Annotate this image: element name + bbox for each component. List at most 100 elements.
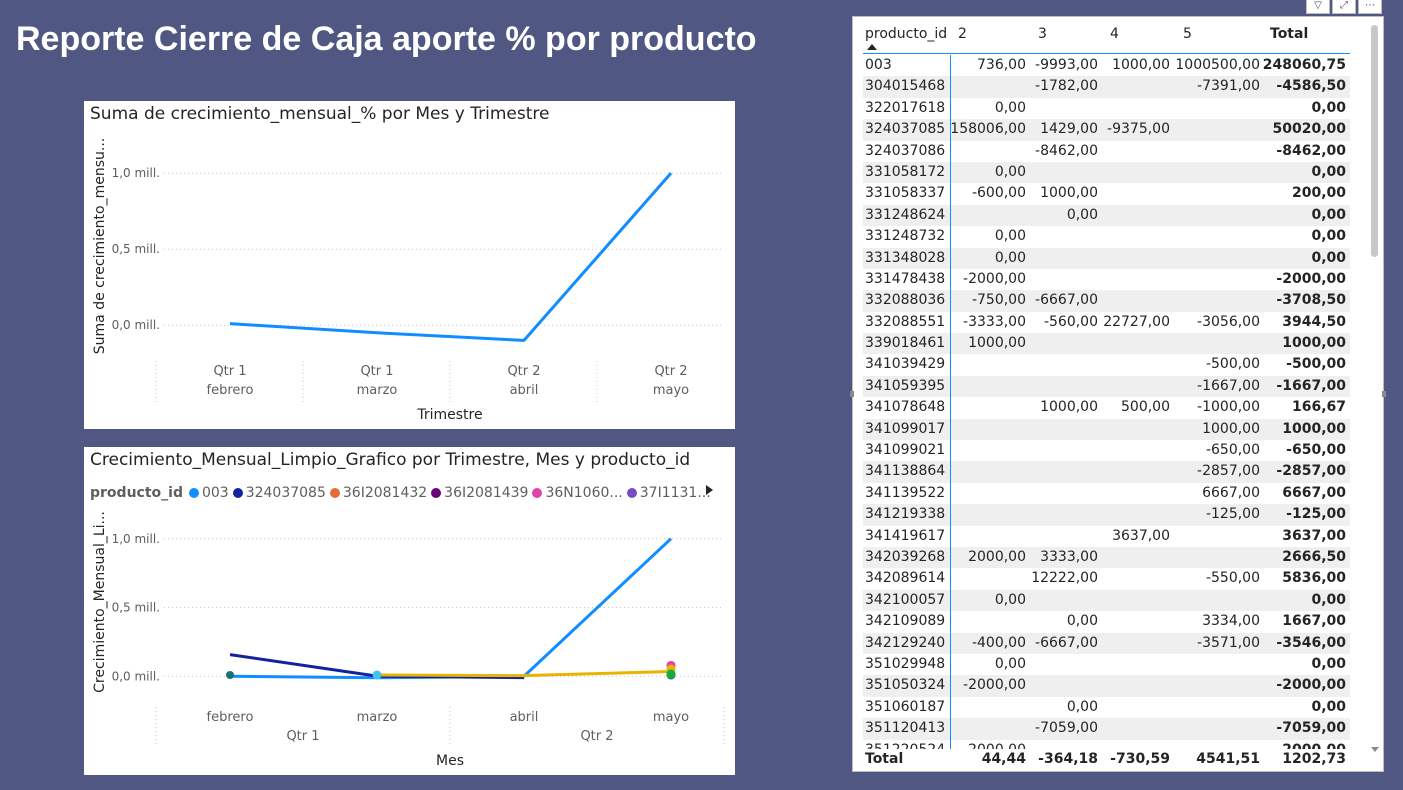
product-id-cell: 341138864 <box>865 463 946 480</box>
table-row[interactable]: 342100057 0,00 0,00 <box>863 589 1350 612</box>
value-cell: -9375,00 <box>1107 121 1170 138</box>
table-row[interactable]: 351050324 -2000,00 -2000,00 <box>863 675 1350 697</box>
scroll-down-arrow-icon[interactable] <box>1371 747 1379 752</box>
header-col-4[interactable]: 4 <box>1110 26 1119 42</box>
table-row[interactable]: 341419617 3637,00 3637,00 <box>863 525 1350 547</box>
table-row[interactable]: 332088036 -750,00 -6667,00 -3708,50 <box>863 290 1350 312</box>
value-cell: 3334,00 <box>1202 613 1260 630</box>
value-cell: 1000,00 <box>1040 185 1098 202</box>
table-row[interactable]: 331058172 0,00 0,00 <box>863 161 1350 184</box>
row-total-cell: -3546,00 <box>1276 634 1346 651</box>
product-id-cell: 003 <box>865 57 892 73</box>
table-row[interactable]: 324037085 158006,00 1429,00 -9375,00 50020,0… <box>863 119 1350 141</box>
header-col-5[interactable]: 5 <box>1183 26 1192 42</box>
product-id-cell: 341078648 <box>865 399 946 416</box>
table-row[interactable]: 331248624 0,00 0,00 <box>863 204 1350 227</box>
table-row[interactable]: 342109089 0,00 3334,00 1667,00 <box>863 611 1350 633</box>
product-id-cell: 351060187 <box>865 698 946 715</box>
x-tick-quarter: Qtr 2 <box>654 364 687 379</box>
line-chart-crecimiento-limpio[interactable]: Crecimiento_Mensual_Limpio_Grafico por T… <box>84 447 735 775</box>
resize-handle-right[interactable] <box>1382 391 1386 397</box>
more-options-icon[interactable]: ⋯ <box>1358 0 1382 14</box>
table-row[interactable]: 322017618 0,00 0,00 <box>863 97 1350 120</box>
x-tick-month: febrero <box>207 710 254 725</box>
table-row[interactable]: 341059395 -1667,00 -1667,00 <box>863 375 1350 398</box>
x-tick-quarter: Qtr 1 <box>286 729 319 744</box>
table-row[interactable]: 341219338 -125,00 -125,00 <box>863 504 1350 526</box>
table-row[interactable]: 339018461 1000,00 1000,00 <box>863 333 1350 355</box>
header-col-3[interactable]: 3 <box>1038 26 1047 42</box>
value-cell: 1000,00 <box>1202 420 1260 437</box>
header-producto-id[interactable]: producto_id <box>865 26 947 42</box>
y-tick-label: 1,0 mill. <box>112 532 160 546</box>
matrix-table[interactable]: producto_id 2 3 4 5 Total 003 736,00 -9993… <box>852 16 1384 772</box>
table-row[interactable]: 341138864 -2857,00 -2857,00 <box>863 461 1350 483</box>
table-row[interactable]: 331058337 -600,00 1000,00 200,00 <box>863 183 1350 205</box>
x-tick-quarter: Qtr 2 <box>507 364 540 379</box>
value-cell: 500,00 <box>1121 399 1170 416</box>
resize-handle-left[interactable] <box>850 391 854 397</box>
value-cell: 0,00 <box>994 655 1026 672</box>
total-cell: -730,59 <box>1110 751 1170 767</box>
value-cell: 0,00 <box>1066 613 1098 630</box>
table-row[interactable]: 003 736,00 -9993,00 1000,00 1000500,00 248060… <box>863 55 1350 77</box>
table-row[interactable]: 341078648 1000,00 500,00 -1000,00 166,67 <box>863 397 1350 419</box>
value-cell: 1000,00 <box>968 335 1026 352</box>
value-cell: -6667,00 <box>1035 634 1098 651</box>
sort-ascending-icon[interactable] <box>867 44 877 50</box>
chart-canvas: 1,0 mill. 0,5 mill. 0,0 mill. Suma de creci… <box>92 138 724 423</box>
series-line <box>229 537 673 680</box>
value-cell: 0,00 <box>1066 206 1098 223</box>
x-axis-label: Trimestre <box>416 407 482 423</box>
report-title: Reporte Cierre de Caja aporte % por prod… <box>16 20 757 58</box>
table-row[interactable]: 341099017 1000,00 1000,00 <box>863 418 1350 441</box>
row-total-cell: 3944,50 <box>1282 313 1346 330</box>
y-axis-label: Suma de crecimiento_mensu... <box>92 138 108 354</box>
header-col-2[interactable]: 2 <box>958 26 967 42</box>
table-row[interactable]: 342089614 12222,00 -550,00 5836,00 <box>863 568 1350 590</box>
table-row[interactable]: 351029948 0,00 0,00 <box>863 653 1350 676</box>
product-id-cell: 342089614 <box>865 570 946 587</box>
value-cell: 1000,00 <box>1040 399 1098 416</box>
table-row[interactable]: 342039268 2000,00 3333,00 2666,50 <box>863 546 1350 569</box>
vertical-scrollbar[interactable] <box>1370 23 1379 763</box>
table-row[interactable]: 351220524 2000,00 2000,00 <box>863 739 1350 749</box>
table-row[interactable]: 332088551 -3333,00 -560,00 22727,00 -3056,00… <box>863 311 1350 334</box>
value-cell: 0,00 <box>994 99 1026 116</box>
table-row[interactable]: 304015468 -1782,00 -7391,00 -4586,50 <box>863 76 1350 98</box>
header-total[interactable]: Total <box>1270 26 1308 42</box>
total-cell: 4541,51 <box>1196 751 1260 767</box>
product-id-cell: 341099021 <box>865 442 946 459</box>
table-row[interactable]: 341139522 6667,00 6667,00 <box>863 482 1350 505</box>
product-id-cell: 342129240 <box>865 634 946 651</box>
row-total-cell: -8462,00 <box>1276 142 1346 159</box>
table-row[interactable]: 341099021 -650,00 -650,00 <box>863 440 1350 462</box>
value-cell: -3056,00 <box>1197 313 1260 330</box>
product-id-cell: 342100057 <box>865 591 946 608</box>
filter-icon[interactable]: ▽ <box>1306 0 1330 14</box>
matrix-header: producto_id 2 3 4 5 Total <box>863 23 1350 54</box>
product-id-cell: 332088551 <box>865 313 946 330</box>
focus-mode-icon[interactable]: ⤢ <box>1332 0 1356 14</box>
table-row[interactable]: 331248732 0,00 0,00 <box>863 226 1350 248</box>
product-id-cell: 332088036 <box>865 292 946 309</box>
scroll-thumb[interactable] <box>1371 25 1378 257</box>
product-id-cell: 342109089 <box>865 613 946 630</box>
table-row[interactable]: 342129240 -400,00 -6667,00 -3571,00 -3546,00 <box>863 632 1350 654</box>
table-row[interactable]: 351060187 0,00 0,00 <box>863 696 1350 719</box>
table-row[interactable]: 351120413 -7059,00 -7059,00 <box>863 718 1350 740</box>
value-cell: 1000500,00 <box>1175 57 1260 73</box>
table-row[interactable]: 341039429 -500,00 -500,00 <box>863 354 1350 376</box>
product-id-cell: 341419617 <box>865 527 946 544</box>
table-row[interactable]: 324037086 -8462,00 -8462,00 <box>863 140 1350 162</box>
x-axis-label: Mes <box>436 753 464 769</box>
value-cell: 0,00 <box>994 249 1026 266</box>
table-row[interactable]: 331478438 -2000,00 -2000,00 <box>863 268 1350 291</box>
row-total-cell: -500,00 <box>1286 356 1346 373</box>
line-chart-crecimiento-mensual[interactable]: Suma de crecimiento_mensual_% por Mes y … <box>84 101 735 429</box>
value-cell: -6667,00 <box>1035 292 1098 309</box>
row-total-cell: 0,00 <box>1311 206 1346 223</box>
product-id-cell: 331248624 <box>865 206 946 223</box>
table-row[interactable]: 331348028 0,00 0,00 <box>863 247 1350 269</box>
x-tick-quarter: Qtr 1 <box>213 364 246 379</box>
